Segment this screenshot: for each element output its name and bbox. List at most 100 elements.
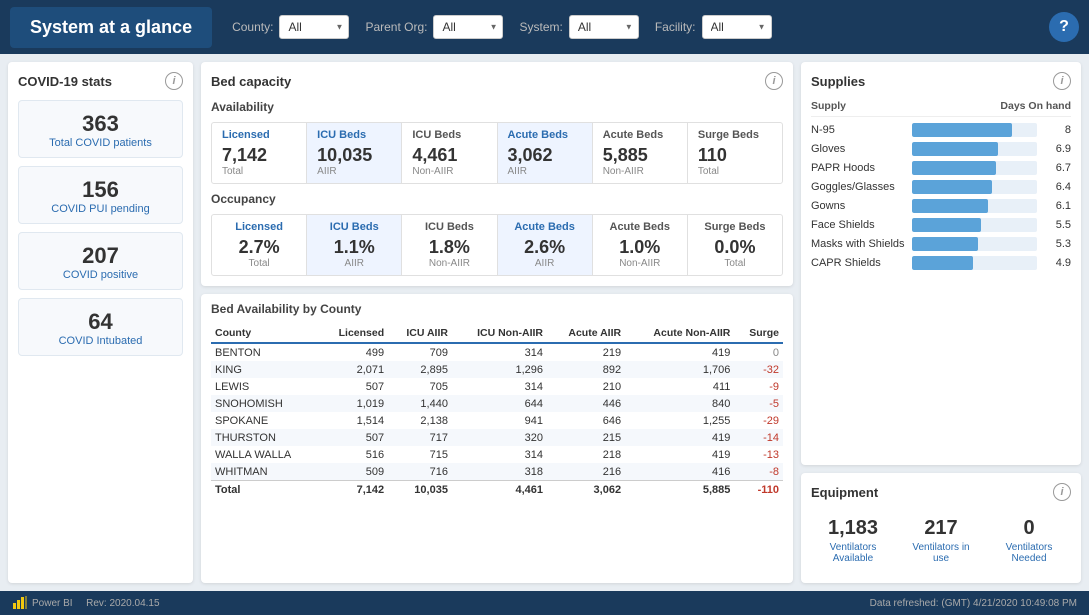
supplies-info-icon[interactable]: i	[1053, 72, 1071, 90]
stat-card-2: 207 COVID positive	[18, 232, 183, 290]
cell-icu-aiir: 10,035	[388, 481, 452, 499]
footer: Power BI Rev: 2020.04.15 Data refreshed:…	[0, 591, 1089, 615]
stat-label-3[interactable]: COVID Intubated	[25, 335, 176, 347]
occ-surge: Surge Beds 0.0% Total	[688, 215, 782, 275]
system-select[interactable]: All	[569, 15, 639, 39]
cell-acute-non: 416	[625, 463, 734, 481]
supply-name: Masks with Shields	[811, 238, 906, 250]
avail-acute-aiir-title: Acute Beds	[508, 129, 582, 141]
table-row: WHITMAN 509 716 318 216 416 -8	[211, 463, 783, 481]
avail-surge-value: 110	[698, 145, 772, 166]
equipment-panel: Equipment i 1,183 Ventilators Available …	[801, 473, 1081, 583]
cell-acute-aiir: 210	[547, 378, 625, 395]
equipment-info-icon[interactable]: i	[1053, 483, 1071, 501]
cell-surge: -32	[734, 361, 783, 378]
avail-surge: Surge Beds 110 Total	[688, 123, 782, 183]
stat-label-1[interactable]: COVID PUI pending	[25, 203, 176, 215]
occ-surge-sublabel: Total	[698, 258, 772, 269]
avail-icu-aiir: ICU Beds 10,035 AIIR	[307, 123, 402, 183]
supply-bar-container	[912, 237, 1037, 251]
supply-row: N-95 8	[811, 123, 1071, 137]
cell-county: SNOHOMISH	[211, 395, 319, 412]
table-row: SPOKANE 1,514 2,138 941 646 1,255 -29	[211, 412, 783, 429]
cell-licensed: 509	[319, 463, 388, 481]
equip-label-2[interactable]: Ventilators Needed	[991, 542, 1067, 564]
cell-acute-non: 5,885	[625, 481, 734, 499]
help-button[interactable]: ?	[1049, 12, 1079, 42]
stat-label-0[interactable]: Total COVID patients	[25, 137, 176, 149]
supply-bar	[912, 142, 998, 156]
stat-value-2: 207	[25, 243, 176, 269]
system-select-wrapper[interactable]: All	[569, 15, 639, 39]
occ-acute-aiir: Acute Beds 2.6% AIIR	[498, 215, 593, 275]
center-panel: Bed capacity i Availability Licensed 7,1…	[201, 62, 793, 583]
cell-icu-non: 318	[452, 463, 547, 481]
bed-capacity-panel: Bed capacity i Availability Licensed 7,1…	[201, 62, 793, 286]
cell-icu-aiir: 2,895	[388, 361, 452, 378]
supply-value: 5.5	[1043, 219, 1071, 231]
occ-icu-non-title: ICU Beds	[412, 221, 486, 233]
avail-surge-sublabel: Total	[698, 166, 772, 177]
occ-icu-aiir-value: 1.1%	[317, 237, 391, 258]
bed-capacity-info-icon[interactable]: i	[765, 72, 783, 90]
refresh-text: Data refreshed: (GMT) 4/21/2020 10:49:08…	[870, 598, 1077, 609]
cell-icu-aiir: 716	[388, 463, 452, 481]
supplies-col-headers: Supply Days On hand	[811, 100, 1071, 117]
cell-licensed: 499	[319, 343, 388, 361]
cell-icu-aiir: 2,138	[388, 412, 452, 429]
county-select-wrapper[interactable]: All	[279, 15, 349, 39]
stat-label-2[interactable]: COVID positive	[25, 269, 176, 281]
stat-card-0: 363 Total COVID patients	[18, 100, 183, 158]
bed-avail-table-panel: Bed Availability by County County Licens…	[201, 294, 793, 583]
occ-acute-non: Acute Beds 1.0% Non-AIIR	[593, 215, 688, 275]
supply-col-days: Days On hand	[1000, 100, 1071, 112]
avail-icu-aiir-value: 10,035	[317, 145, 391, 166]
supply-value: 5.3	[1043, 238, 1071, 250]
county-filter-group: County: All	[232, 15, 349, 39]
filter-bar: County: All Parent Org: All System: All	[232, 12, 1079, 42]
occ-icu-non-value: 1.8%	[412, 237, 486, 258]
cell-acute-non: 1,255	[625, 412, 734, 429]
occ-surge-title: Surge Beds	[698, 221, 772, 233]
stat-value-1: 156	[25, 177, 176, 203]
cell-acute-non: 419	[625, 343, 734, 361]
table-row: KING 2,071 2,895 1,296 892 1,706 -32	[211, 361, 783, 378]
cell-surge: -8	[734, 463, 783, 481]
county-select[interactable]: All	[279, 15, 349, 39]
facility-select-wrapper[interactable]: All	[702, 15, 772, 39]
bed-capacity-header: Bed capacity i	[211, 72, 783, 90]
equip-label-0[interactable]: Ventilators Available	[815, 542, 891, 564]
bed-capacity-title: Bed capacity	[211, 74, 291, 89]
cell-surge: -9	[734, 378, 783, 395]
cell-acute-non: 411	[625, 378, 734, 395]
cell-icu-non: 314	[452, 343, 547, 361]
avail-licensed: Licensed 7,142 Total	[212, 123, 307, 183]
supply-bar	[912, 218, 981, 232]
supply-bar-container	[912, 161, 1037, 175]
supply-bar	[912, 237, 978, 251]
occ-acute-aiir-title: Acute Beds	[508, 221, 582, 233]
avail-acute-non-value: 5,885	[603, 145, 677, 166]
cell-icu-aiir: 717	[388, 429, 452, 446]
col-acute-non: Acute Non-AIIR	[625, 324, 734, 343]
supply-name: Gloves	[811, 143, 906, 155]
equip-label-1[interactable]: Ventilators in use	[903, 542, 979, 564]
supply-name: Gowns	[811, 200, 906, 212]
facility-select[interactable]: All	[702, 15, 772, 39]
covid-stats-info-icon[interactable]: i	[165, 72, 183, 90]
facility-filter-group: Facility: All	[655, 15, 772, 39]
cell-licensed: 516	[319, 446, 388, 463]
main-content: COVID-19 stats i 363 Total COVID patient…	[0, 54, 1089, 591]
cell-acute-non: 840	[625, 395, 734, 412]
parent-org-label: Parent Org:	[365, 20, 427, 34]
supply-value: 6.1	[1043, 200, 1071, 212]
col-icu-non: ICU Non-AIIR	[452, 324, 547, 343]
occ-surge-value: 0.0%	[698, 237, 772, 258]
occ-icu-non: ICU Beds 1.8% Non-AIIR	[402, 215, 497, 275]
parent-org-select-wrapper[interactable]: All	[433, 15, 503, 39]
cell-icu-aiir: 1,440	[388, 395, 452, 412]
supply-bar-container	[912, 256, 1037, 270]
supply-row: Masks with Shields 5.3	[811, 237, 1071, 251]
parent-org-select[interactable]: All	[433, 15, 503, 39]
table-row: BENTON 499 709 314 219 419 0	[211, 343, 783, 361]
